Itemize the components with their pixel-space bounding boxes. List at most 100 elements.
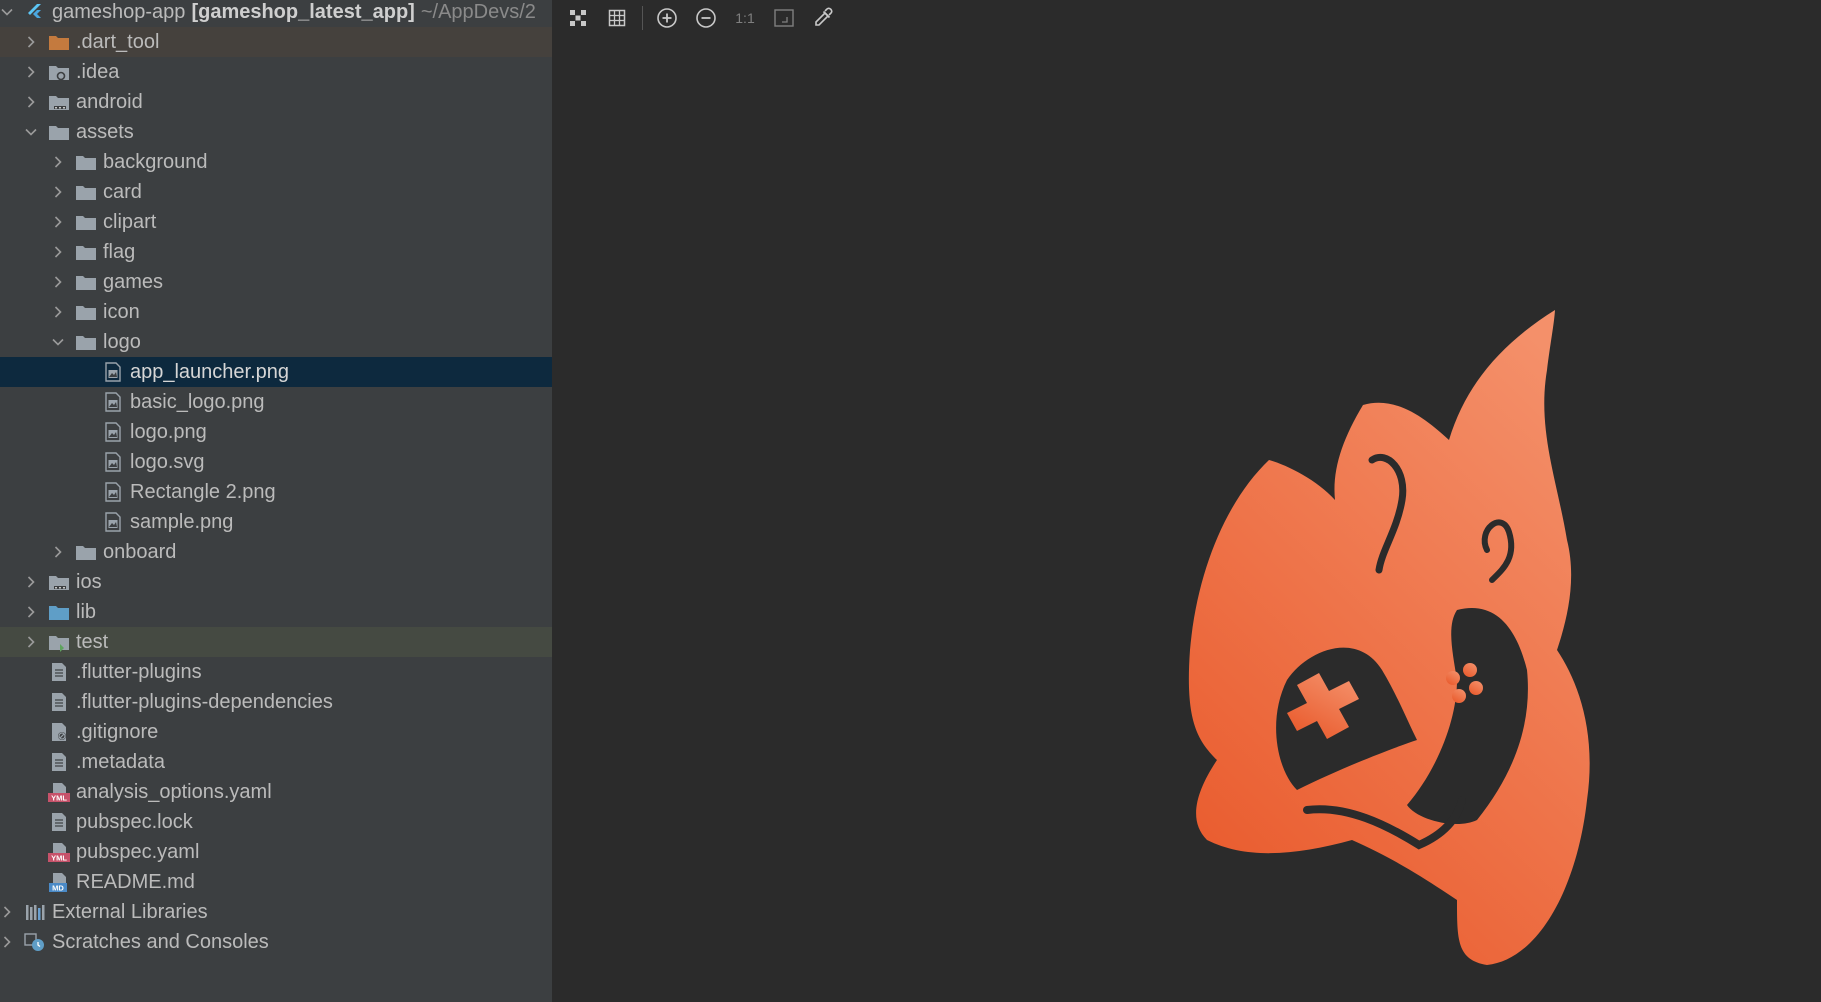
tree-item-android[interactable]: android (0, 87, 552, 117)
tree-item-onboard[interactable]: onboard (0, 537, 552, 567)
folder-icon (75, 152, 97, 172)
tree-item-readme-md[interactable]: MD README.md (0, 867, 552, 897)
folder-icon (75, 242, 97, 262)
project-root-item[interactable]: gameshop-app [gameshop_latest_app] ~/App… (0, 0, 552, 27)
chevron-right-icon[interactable] (51, 185, 65, 199)
folder-icon (48, 122, 70, 142)
tree-item-label: pubspec.yaml (76, 841, 200, 863)
chevron-right-icon[interactable] (51, 545, 65, 559)
tree-item-label: android (76, 91, 143, 113)
tree-item-label: logo (103, 331, 141, 353)
tree-item-logo[interactable]: logo (0, 327, 552, 357)
text-file-icon (48, 692, 70, 712)
chevron-down-icon[interactable] (51, 335, 65, 349)
tree-item-idea[interactable]: .idea (0, 57, 552, 87)
tree-item-icon[interactable]: icon (0, 297, 552, 327)
tree-item-rectangle-2-png[interactable]: Rectangle 2.png (0, 477, 552, 507)
zoom-in-icon[interactable] (653, 4, 681, 32)
chevron-right-icon[interactable] (24, 95, 38, 109)
tree-item-metadata[interactable]: .metadata (0, 747, 552, 777)
tree-item-assets[interactable]: assets (0, 117, 552, 147)
image-viewer: 1:1 (552, 0, 1821, 1002)
tree-item-label: games (103, 271, 164, 293)
folder-orange-icon (48, 32, 70, 52)
tree-item-clipart[interactable]: clipart (0, 207, 552, 237)
folder-icon (75, 212, 97, 232)
image-toolbar: 1:1 (552, 0, 1821, 36)
tree-item-basic-logo-png[interactable]: basic_logo.png (0, 387, 552, 417)
tree-item-card[interactable]: card (0, 177, 552, 207)
chevron-right-icon[interactable] (0, 905, 14, 919)
chevron-down-icon[interactable] (24, 125, 38, 139)
chevron-right-icon[interactable] (24, 635, 38, 649)
chevron-right-icon[interactable] (51, 275, 65, 289)
tree-item-gitignore[interactable]: .gitignore (0, 717, 552, 747)
text-file-icon (48, 662, 70, 682)
ignore-file-icon (48, 722, 70, 742)
tree-item-pubspec-lock[interactable]: pubspec.lock (0, 807, 552, 837)
tree-item-label: lib (76, 601, 97, 623)
tree-item-app-launcher-png[interactable]: app_launcher.png (0, 357, 552, 387)
chevron-right-icon[interactable] (24, 35, 38, 49)
image-file-icon (102, 362, 124, 382)
tree-item-flutter-plugins-dependencies[interactable]: .flutter-plugins-dependencies (0, 687, 552, 717)
libraries-icon (24, 902, 46, 922)
tree-item-ios[interactable]: ios (0, 567, 552, 597)
tree-item-label: icon (103, 301, 140, 323)
tree-item-logo-svg[interactable]: logo.svg (0, 447, 552, 477)
transparency-chessboard-icon[interactable] (564, 4, 592, 32)
tree-item-scratches-and-consoles[interactable]: Scratches and Consoles (0, 927, 552, 957)
folder-icon (75, 302, 97, 322)
project-module: [gameshop_latest_app] (191, 1, 415, 23)
yaml-file-icon: YML (48, 782, 70, 802)
tree-item-label: .flutter-plugins (76, 661, 202, 683)
tree-item-dart-tool[interactable]: .dart_tool (0, 27, 552, 57)
chevron-right-icon[interactable] (51, 215, 65, 229)
tree-item-pubspec-yaml[interactable]: YML pubspec.yaml (0, 837, 552, 867)
tree-item-sample-png[interactable]: sample.png (0, 507, 552, 537)
chevron-right-icon[interactable] (24, 575, 38, 589)
folder-module-icon (48, 92, 70, 112)
image-file-icon (102, 452, 124, 472)
tree-item-games[interactable]: games (0, 267, 552, 297)
folder-module-icon (48, 572, 70, 592)
tree-item-label: card (103, 181, 142, 203)
chevron-right-icon[interactable] (51, 305, 65, 319)
tree-item-label: .metadata (76, 751, 165, 773)
folder-icon (75, 182, 97, 202)
text-file-icon (48, 812, 70, 832)
tree-item-label: Rectangle 2.png (130, 481, 276, 503)
chevron-right-icon[interactable] (24, 605, 38, 619)
chevron-down-icon[interactable] (0, 5, 14, 19)
tree-item-label: clipart (103, 211, 157, 233)
tree-item-label: logo.svg (130, 451, 205, 473)
chevron-right-icon[interactable] (51, 155, 65, 169)
tree-item-flutter-plugins[interactable]: .flutter-plugins (0, 657, 552, 687)
chevron-right-icon[interactable] (24, 65, 38, 79)
folder-icon (75, 272, 97, 292)
color-picker-icon[interactable] (809, 4, 837, 32)
image-file-icon (102, 512, 124, 532)
fit-zoom-icon[interactable] (770, 4, 798, 32)
tree-item-label: Scratches and Consoles (52, 931, 269, 953)
tree-item-external-libraries[interactable]: External Libraries (0, 897, 552, 927)
project-path: ~/AppDevs/2 (420, 1, 536, 23)
chevron-right-icon[interactable] (51, 245, 65, 259)
svg-text:YML: YML (51, 794, 67, 803)
image-file-icon (102, 392, 124, 412)
chevron-right-icon[interactable] (0, 935, 14, 949)
tree-item-test[interactable]: test (0, 627, 552, 657)
tree-item-analysis-options-yaml[interactable]: YML analysis_options.yaml (0, 777, 552, 807)
tree-item-label: README.md (76, 871, 195, 893)
tree-item-label: flag (103, 241, 136, 263)
folder-icon (75, 332, 97, 352)
tree-item-flag[interactable]: flag (0, 237, 552, 267)
zoom-out-icon[interactable] (692, 4, 720, 32)
actual-size-button[interactable]: 1:1 (731, 4, 759, 32)
tree-item-logo-png[interactable]: logo.png (0, 417, 552, 447)
toolbar-separator (642, 6, 643, 30)
flame-gamepad-logo-image (1157, 300, 1637, 985)
tree-item-background[interactable]: background (0, 147, 552, 177)
tree-item-lib[interactable]: lib (0, 597, 552, 627)
grid-icon[interactable] (603, 4, 631, 32)
